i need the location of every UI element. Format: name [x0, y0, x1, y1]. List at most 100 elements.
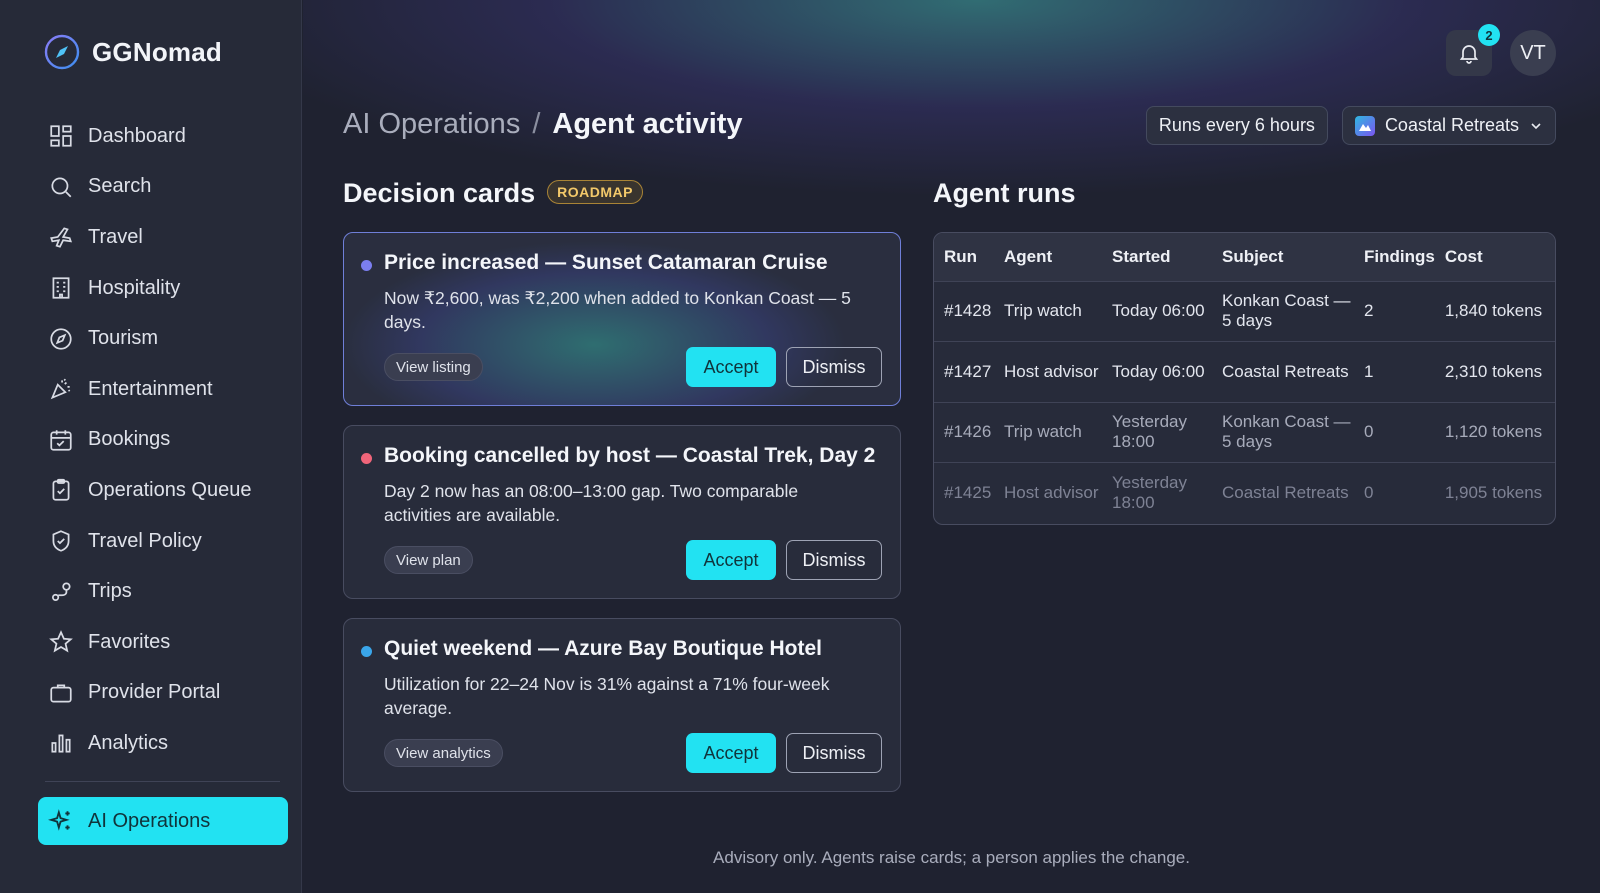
view-plan-link[interactable]: View plan — [384, 546, 473, 574]
status-dot — [361, 646, 372, 657]
provider-logo-icon — [1354, 115, 1375, 136]
decision-cards-title: Decision cards — [343, 178, 536, 208]
agent-name: Trip watch — [994, 402, 1102, 463]
decision-card: Booking cancelled by host — Coastal Trek… — [343, 425, 901, 599]
subject: Coastal Retreats — [1222, 483, 1349, 502]
started-time: Yesterday 18:00 — [1102, 402, 1212, 463]
sidebar-item-travel[interactable]: Travel — [38, 212, 288, 263]
subject: Konkan Coast — 5 days — [1212, 402, 1354, 463]
agent-runs-table: Run Agent Started Subject Findings Cost … — [933, 232, 1556, 525]
sidebar-item-favorites[interactable]: Favorites — [38, 617, 288, 668]
findings-count: 0 — [1364, 483, 1374, 502]
decision-card: Price increased — Sunset Catamaran Cruis… — [343, 232, 901, 406]
search-icon — [51, 177, 72, 198]
bar-chart-icon — [51, 734, 71, 753]
notification-badge: 2 — [1478, 24, 1500, 46]
card-body: Now ₹2,600, was ₹2,200 when added to Kon… — [384, 288, 851, 332]
app-name: GGNomad — [92, 36, 222, 67]
sidebar-item-label: Hospitality — [88, 276, 181, 299]
compass-logo-icon — [44, 34, 80, 70]
card-title: Price increased — Sunset Catamaran Cruis… — [384, 251, 828, 274]
brand[interactable]: GGNomad — [44, 34, 222, 70]
sidebar-item-analytics[interactable]: Analytics — [38, 718, 288, 769]
sidebar-item-label: Operations Queue — [88, 478, 252, 501]
dismiss-button[interactable]: Dismiss — [786, 347, 882, 387]
cost: 1,840 tokens — [1434, 281, 1555, 342]
table-header-row: Run Agent Started Subject Findings Cost — [934, 233, 1555, 282]
table-row[interactable]: #1427 Host advisor Today 06:00 Coastal R… — [934, 341, 1555, 403]
sidebar-divider — [45, 781, 280, 782]
sidebar-item-bookings[interactable]: Bookings — [38, 415, 288, 466]
dashboard-icon — [50, 125, 72, 147]
sparkles-icon — [48, 809, 70, 831]
breadcrumb-parent[interactable]: AI Operations — [343, 108, 520, 141]
table-row[interactable]: #1425 Host advisor Yesterday 18:00 Coast… — [934, 463, 1555, 524]
column-header: Subject — [1212, 233, 1354, 282]
sidebar-item-label: Tourism — [88, 327, 159, 350]
dismiss-button[interactable]: Dismiss — [786, 540, 882, 580]
provider-select[interactable]: Coastal Retreats — [1341, 106, 1556, 145]
sidebar-item-operations-queue[interactable]: Operations Queue — [38, 465, 288, 516]
building-icon — [52, 277, 70, 299]
schedule-button[interactable]: Runs every 6 hours — [1145, 106, 1328, 145]
findings-count: 2 — [1354, 281, 1435, 342]
party-icon — [50, 378, 71, 400]
chevron-down-icon — [1531, 122, 1541, 129]
sidebar-item-dashboard[interactable]: Dashboard — [38, 111, 288, 162]
provider-label: Coastal Retreats — [1384, 115, 1519, 135]
run-id: #1425 — [944, 483, 992, 502]
agent-name: Host advisor — [994, 341, 1102, 403]
sidebar-item-label: Analytics — [88, 731, 169, 754]
cost: 2,310 tokens — [1434, 341, 1555, 403]
sidebar-item-entertainment[interactable]: Entertainment — [38, 364, 288, 415]
avatar[interactable]: VT — [1510, 30, 1556, 76]
column-header: Findings — [1354, 233, 1435, 282]
sidebar-item-label: AI Operations — [88, 809, 211, 832]
column-header: Cost — [1434, 233, 1555, 282]
table-row[interactable]: #1428 Trip watch Today 06:00 Konkan Coas… — [934, 281, 1555, 342]
topbar-actions: 2 VT — [1446, 24, 1556, 76]
star-icon — [49, 630, 73, 653]
sidebar-item-label: Favorites — [88, 630, 171, 653]
card-body: Utilization for 22–24 Nov is 31% against… — [384, 674, 830, 718]
run-id: #1426 — [934, 402, 994, 463]
sidebar-item-trips[interactable]: Trips — [38, 566, 288, 617]
sidebar-item-label: Search — [88, 175, 152, 198]
sidebar-item-hospitality[interactable]: Hospitality — [38, 263, 288, 314]
dismiss-button[interactable]: Dismiss — [786, 733, 882, 773]
card-title: Booking cancelled by host — Coastal Trek… — [384, 444, 876, 467]
accept-button[interactable]: Accept — [686, 733, 776, 773]
cost: 1,905 tokens — [1444, 483, 1543, 502]
run-id: #1427 — [934, 341, 994, 403]
column-header: Agent — [994, 233, 1102, 282]
sidebar-item-label: Trips — [88, 580, 132, 603]
status-dot — [361, 453, 372, 464]
view-listing-link[interactable]: View listing — [384, 353, 483, 381]
sidebar-item-label: Travel — [88, 225, 143, 248]
sidebar-item-label: Travel Policy — [88, 529, 202, 552]
decision-cards-heading: Decision cards ROADMAP — [343, 178, 643, 209]
accept-button[interactable]: Accept — [686, 347, 776, 387]
sidebar-item-tourism[interactable]: Tourism — [38, 313, 288, 364]
column-header: Run — [934, 233, 994, 282]
accept-button[interactable]: Accept — [686, 540, 776, 580]
shield-icon — [52, 530, 70, 552]
advisory-note: Advisory only. Agents raise cards; a per… — [713, 848, 1190, 867]
sidebar-item-search[interactable]: Search — [38, 162, 288, 213]
sidebar-item-provider-portal[interactable]: Provider Portal — [38, 668, 288, 719]
sidebar-item-travel-policy[interactable]: Travel Policy — [38, 516, 288, 567]
compass-icon — [50, 328, 72, 350]
agent-runs-title: Agent runs — [933, 178, 1076, 208]
decision-card: Quiet weekend — Azure Bay Boutique Hotel… — [343, 618, 901, 792]
main-content: 2 VT AI Operations / Agent activity Runs… — [303, 0, 1600, 893]
notifications-button[interactable]: 2 — [1446, 24, 1500, 76]
sidebar-nav: Dashboard Search Travel Hospitality Tour… — [38, 111, 288, 769]
subject: Konkan Coast — 5 days — [1212, 281, 1354, 342]
table-row[interactable]: #1426 Trip watch Yesterday 18:00 Konkan … — [934, 402, 1555, 463]
sidebar-item-ai-operations[interactable]: AI Operations — [38, 797, 288, 845]
clipboard-icon — [52, 479, 70, 502]
briefcase-icon — [50, 684, 72, 703]
started-time: Yesterday 18:00 — [1112, 473, 1187, 512]
view-analytics-link[interactable]: View analytics — [384, 739, 503, 767]
card-body: Day 2 now has an 08:00–13:00 gap. Two co… — [384, 481, 799, 525]
